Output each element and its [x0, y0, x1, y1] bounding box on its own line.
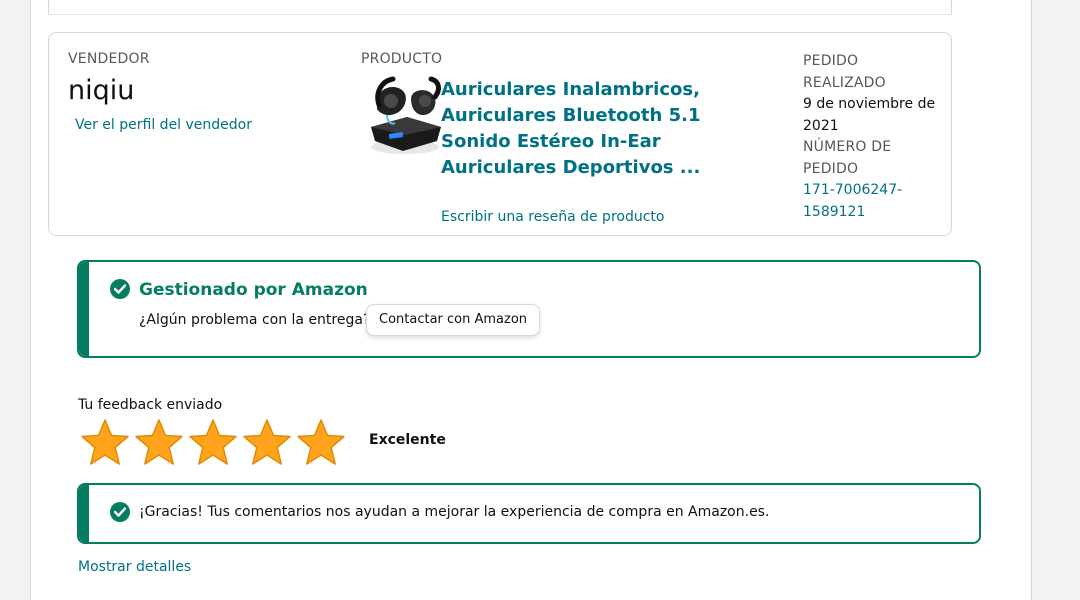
thanks-message: ¡Gracias! Tus comentarios nos ayudan a m… [139, 504, 770, 520]
star-icon [297, 419, 345, 465]
earbuds-product-image[interactable] [365, 75, 445, 157]
top-divider [48, 14, 952, 15]
delivery-problem-question: ¿Algún problema con la entrega? [139, 312, 371, 328]
thanks-alert: ¡Gracias! Tus comentarios nos ayudan a m… [77, 483, 981, 544]
managed-by-amazon-alert: Gestionado por Amazon ¿Algún problema co… [77, 260, 981, 358]
product-label: PRODUCTO [361, 51, 443, 67]
show-details-link[interactable]: Mostrar detalles [78, 559, 191, 575]
product-section: PRODUCTO Auriculares Inalambricos, Auric… [361, 51, 781, 225]
rating-word: Excelente [369, 432, 446, 448]
top-divider-right [951, 0, 952, 15]
product-title-link[interactable]: Auriculares Inalambricos, Auriculares Bl… [441, 77, 761, 181]
top-divider-left [48, 0, 49, 15]
star-icon [135, 419, 183, 465]
order-card: VENDEDOR niqiu Ver el perfil del vendedo… [48, 32, 952, 236]
contact-amazon-button[interactable]: Contactar con Amazon [366, 304, 541, 336]
managed-alert-title: Gestionado por Amazon [139, 280, 368, 300]
seller-name: niqiu [68, 75, 135, 106]
star-icon [189, 419, 237, 465]
seller-section: VENDEDOR niqiu Ver el perfil del vendedo… [68, 51, 328, 133]
seller-label: VENDEDOR [68, 51, 150, 67]
order-number-link[interactable]: 171-7006247-1589121 [803, 180, 943, 223]
star-icon [81, 419, 129, 465]
check-circle-icon [110, 279, 130, 299]
order-info-section: PEDIDO REALIZADO 9 de noviembre de 2021 … [803, 51, 943, 223]
order-date: 9 de noviembre de 2021 [803, 96, 936, 134]
page: VENDEDOR niqiu Ver el perfil del vendedo… [0, 0, 1080, 600]
seller-profile-link[interactable]: Ver el perfil del vendedor [75, 117, 328, 133]
feedback-sent-label: Tu feedback enviado [78, 397, 223, 413]
order-placed-label: PEDIDO REALIZADO [803, 53, 886, 91]
check-circle-icon [110, 502, 130, 522]
star-icon [243, 419, 291, 465]
order-number-label: NÚMERO DE PEDIDO [803, 139, 892, 177]
write-review-link[interactable]: Escribir una reseña de producto [441, 209, 664, 225]
